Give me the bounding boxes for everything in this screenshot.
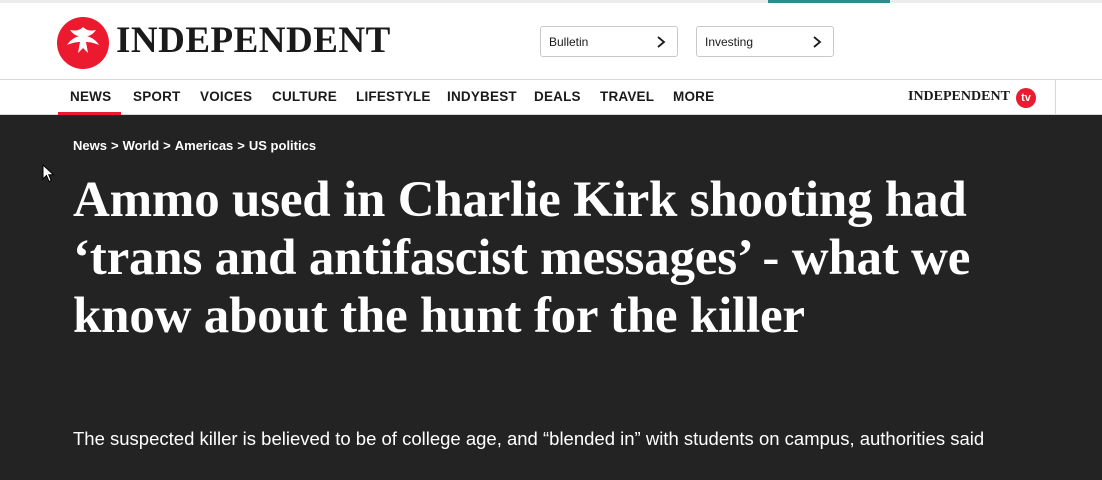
breadcrumb-world[interactable]: World <box>123 138 160 153</box>
nav-item-deals[interactable]: DEALS <box>534 89 581 104</box>
bulletin-label: Bulletin <box>549 35 589 49</box>
investing-button[interactable]: Investing <box>696 26 834 57</box>
nav-item-news[interactable]: NEWS <box>70 89 111 104</box>
nav-item-sport[interactable]: SPORT <box>133 89 181 104</box>
nav-item-culture[interactable]: CULTURE <box>272 89 337 104</box>
nav-item-lifestyle[interactable]: LIFESTYLE <box>356 89 431 104</box>
nav-item-travel[interactable]: TRAVEL <box>600 89 654 104</box>
tv-badge[interactable]: tv <box>1016 88 1036 108</box>
chevron-right-icon <box>657 36 666 48</box>
nav-item-more[interactable]: MORE <box>673 89 714 104</box>
breadcrumb-separator: > <box>163 138 171 153</box>
nav-item-indybest[interactable]: INDYBEST <box>447 89 517 104</box>
breadcrumb-separator: > <box>237 138 245 153</box>
site-logo-text[interactable]: INDEPENDENT <box>116 20 391 62</box>
breadcrumb-news[interactable]: News <box>73 138 107 153</box>
article-headline: Ammo used in Charlie Kirk shooting had ‘… <box>73 172 971 344</box>
mouse-pointer-icon <box>42 164 55 183</box>
nav-divider <box>1055 79 1056 115</box>
nav-item-voices[interactable]: VOICES <box>200 89 252 104</box>
eagle-logo-icon[interactable] <box>57 17 109 69</box>
article-standfirst: The suspected killer is believed to be o… <box>73 428 985 449</box>
main-nav: NEWS SPORT VOICES CULTURE LIFESTYLE INDY… <box>0 79 1102 115</box>
breadcrumb-separator: > <box>110 138 119 153</box>
investing-label: Investing <box>705 35 754 49</box>
breadcrumb-us-politics[interactable]: US politics <box>249 138 316 153</box>
bulletin-button[interactable]: Bulletin <box>540 26 678 57</box>
masthead: INDEPENDENT Bulletin Investing <box>0 3 1102 79</box>
breadcrumb-americas[interactable]: Americas <box>175 138 234 153</box>
independent-tv-logo[interactable]: INDEPENDENT <box>908 89 1010 105</box>
article-hero: News > World > Americas > US politics Ammo use… <box>0 115 1102 480</box>
chevron-right-icon <box>813 36 822 48</box>
breadcrumb: News > World > Americas > US politics <box>73 138 316 153</box>
